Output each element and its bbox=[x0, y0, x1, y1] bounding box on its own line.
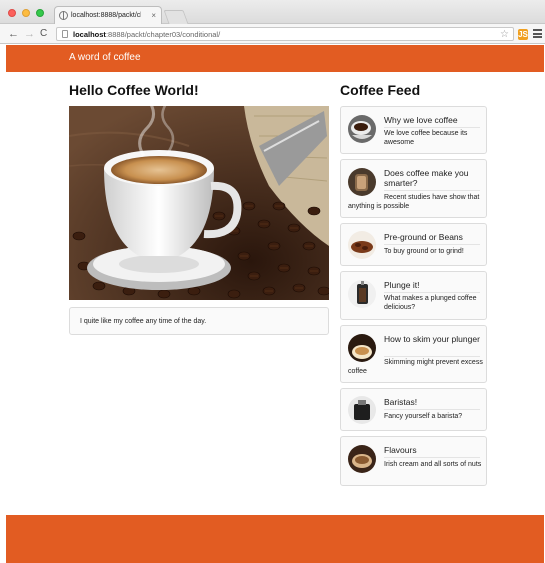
plunger-thumbnail-icon bbox=[348, 280, 376, 308]
forward-arrow-icon[interactable]: → bbox=[24, 25, 35, 43]
feed-item-description: We love coffee because its awesome bbox=[384, 130, 468, 146]
page-icon bbox=[62, 30, 68, 38]
tab-close-icon[interactable]: × bbox=[151, 7, 156, 24]
tab-title: localhost:8888/packt/chap bbox=[71, 12, 141, 19]
new-tab-button[interactable] bbox=[163, 10, 189, 24]
url-host: localhost bbox=[73, 30, 106, 39]
page-title: Hello Coffee World! bbox=[69, 82, 199, 98]
flavours-thumbnail-icon bbox=[348, 445, 376, 473]
divider bbox=[384, 409, 480, 410]
close-window-button[interactable] bbox=[8, 9, 16, 17]
feed-item-title[interactable]: Plunge it! bbox=[384, 280, 482, 290]
url-path: :8888/packt/chapter03/conditional/ bbox=[105, 30, 221, 39]
feed-item-title[interactable]: Baristas! bbox=[384, 397, 482, 407]
address-bar[interactable]: localhost:8888/packt/chapter03/condition… bbox=[56, 27, 514, 41]
divider bbox=[384, 356, 480, 357]
site-footer bbox=[6, 515, 544, 563]
coffee-thumbnail-icon bbox=[348, 115, 376, 143]
feed-item-title[interactable]: How to skim your plunger bbox=[384, 334, 482, 344]
coffee-cup-image bbox=[69, 106, 329, 300]
coffee-feed: Why we love coffee We love coffee becaus… bbox=[340, 106, 487, 491]
browser-titlebar: localhost:8888/packt/chap × bbox=[0, 0, 545, 24]
site-title[interactable]: A word of coffee bbox=[69, 52, 141, 63]
browser-toolbar: ← → C localhost:8888/packt/chapter03/con… bbox=[0, 24, 545, 44]
coffee-beans-thumbnail-icon bbox=[348, 231, 376, 259]
reload-icon[interactable]: C bbox=[40, 25, 47, 43]
feed-item[interactable]: Why we love coffee We love coffee becaus… bbox=[340, 106, 487, 154]
feed-item-description: Skimming might prevent excess coffee bbox=[348, 359, 483, 375]
feed-item[interactable]: Flavours Irish cream and all sorts of nu… bbox=[340, 436, 487, 486]
feed-item-description: What makes a plunged coffee delicious? bbox=[384, 295, 477, 311]
image-caption: I quite like my coffee any time of the d… bbox=[80, 318, 207, 325]
coffee-cup-illustration bbox=[69, 106, 329, 300]
hamburger-menu-icon[interactable] bbox=[533, 29, 542, 38]
globe-icon bbox=[59, 11, 68, 20]
back-arrow-icon[interactable]: ← bbox=[8, 25, 19, 43]
image-caption-card: I quite like my coffee any time of the d… bbox=[69, 307, 329, 335]
bookmark-star-icon[interactable]: ☆ bbox=[500, 28, 509, 41]
javascript-extension-icon[interactable]: JS bbox=[518, 29, 528, 40]
feed-item[interactable]: Pre-ground or Beans To buy ground or to … bbox=[340, 223, 487, 266]
minimize-window-button[interactable] bbox=[22, 9, 30, 17]
browser-tab[interactable]: localhost:8888/packt/chap × bbox=[54, 6, 162, 24]
feed-item-title[interactable]: Pre-ground or Beans bbox=[384, 232, 482, 242]
feed-item[interactable]: How to skim your plunger Skimming might … bbox=[340, 325, 487, 383]
coffee-cup-thumbnail-icon bbox=[348, 168, 376, 196]
divider bbox=[384, 244, 480, 245]
divider bbox=[384, 127, 480, 128]
feed-heading: Coffee Feed bbox=[340, 82, 421, 98]
barista-thumbnail-icon bbox=[348, 396, 376, 424]
divider bbox=[384, 457, 480, 458]
feed-item[interactable]: Baristas! Fancy yourself a barista? bbox=[340, 388, 487, 431]
feed-item-title[interactable]: Why we love coffee bbox=[384, 115, 482, 125]
feed-item-title[interactable]: Flavours bbox=[384, 445, 482, 455]
feed-item[interactable]: Plunge it! What makes a plunged coffee d… bbox=[340, 271, 487, 320]
feed-item[interactable]: Does coffee make you smarter? Recent stu… bbox=[340, 159, 487, 218]
divider bbox=[384, 190, 480, 191]
feed-item-description: Irish cream and all sorts of nuts bbox=[384, 461, 482, 468]
divider bbox=[384, 292, 480, 293]
feed-item-description: Fancy yourself a barista? bbox=[384, 413, 463, 420]
feed-item-description: To buy ground or to grind! bbox=[384, 248, 464, 255]
feed-item-title[interactable]: Does coffee make you smarter? bbox=[384, 168, 482, 188]
feed-item-description: Recent studies have show that anything i… bbox=[348, 194, 480, 210]
site-header: A word of coffee bbox=[6, 45, 544, 72]
maximize-window-button[interactable] bbox=[36, 9, 44, 17]
